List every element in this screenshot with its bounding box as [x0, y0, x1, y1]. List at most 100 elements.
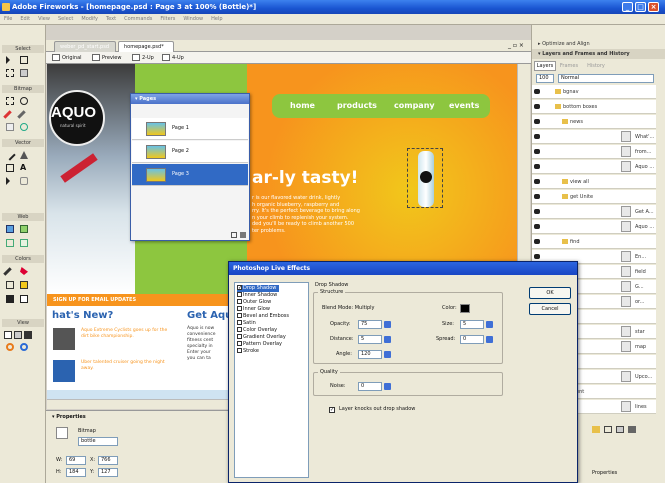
layer-row[interactable]: Aquo ...: [532, 220, 656, 234]
slice-tool-icon[interactable]: [20, 225, 28, 233]
spread-field[interactable]: 0: [460, 335, 484, 344]
default-colors-icon[interactable]: [6, 295, 14, 303]
page-row-2[interactable]: Page 2: [132, 141, 248, 163]
angle-dropdown[interactable]: [384, 351, 391, 358]
eyedropper-tool-icon[interactable]: [3, 267, 12, 276]
nav-home[interactable]: home: [290, 101, 315, 110]
menu-view[interactable]: View: [34, 14, 54, 25]
knockout-checkbox[interactable]: ✓: [329, 407, 335, 413]
news-item-1[interactable]: Aquo Extreme Cyclists goes up for the di…: [81, 328, 169, 340]
visibility-eye-icon[interactable]: [534, 134, 540, 139]
y-field[interactable]: 127: [98, 468, 118, 477]
pages-panel-title[interactable]: ▾ Pages: [131, 94, 249, 104]
effect-checkbox[interactable]: ✓: [237, 285, 242, 291]
visibility-eye-icon[interactable]: [534, 104, 540, 109]
visibility-eye-icon[interactable]: [534, 149, 540, 154]
visibility-eye-icon[interactable]: [534, 89, 540, 94]
view-4up-button[interactable]: 4-Up: [162, 53, 184, 63]
angle-field[interactable]: 120: [358, 350, 382, 359]
show-slices-icon[interactable]: [20, 239, 28, 247]
fill-color-swatch[interactable]: [20, 281, 28, 289]
doc-window-controls[interactable]: _ ▫ ×: [508, 42, 524, 49]
standard-screen-icon[interactable]: [4, 331, 12, 339]
x-field[interactable]: 766: [98, 456, 118, 465]
effect-item[interactable]: ✓Drop Shadow: [237, 285, 280, 292]
page-row-1[interactable]: Page 1: [132, 118, 248, 140]
opacity-field[interactable]: 75: [358, 320, 382, 329]
effect-checkbox[interactable]: [237, 334, 242, 339]
paint-bucket-icon[interactable]: [20, 267, 28, 275]
new-folder-icon[interactable]: [592, 426, 600, 433]
shadow-color-swatch[interactable]: [460, 304, 470, 313]
object-name-field[interactable]: bottle: [78, 437, 118, 446]
freeform-tool-icon[interactable]: [6, 177, 10, 185]
effect-item[interactable]: Bevel and Emboss: [237, 313, 289, 320]
properties-dock-label[interactable]: Properties: [592, 470, 617, 476]
mask-icon[interactable]: [616, 426, 624, 433]
layer-row[interactable]: Aquo ...: [532, 160, 656, 174]
effect-checkbox[interactable]: [237, 341, 242, 346]
layer-row[interactable]: bgnav: [532, 85, 656, 99]
pen-tool-icon[interactable]: [20, 151, 28, 159]
delete-page-icon[interactable]: [240, 232, 246, 238]
layer-row[interactable]: get Unite: [532, 190, 656, 204]
lasso-tool-icon[interactable]: [20, 97, 28, 105]
layer-row[interactable]: view all: [532, 175, 656, 189]
view-2up-button[interactable]: 2-Up: [132, 53, 154, 63]
visibility-eye-icon[interactable]: [534, 254, 540, 259]
rectangle-tool-icon[interactable]: [6, 164, 14, 172]
width-field[interactable]: 69: [66, 456, 86, 465]
delete-layer-icon[interactable]: [628, 426, 636, 433]
layer-row[interactable]: bottom boxes: [532, 100, 656, 114]
effect-checkbox[interactable]: [237, 327, 242, 332]
maximize-button[interactable]: □: [635, 2, 646, 12]
tab-history[interactable]: History: [584, 61, 608, 71]
tab-frames[interactable]: Frames: [558, 61, 580, 71]
menu-filters[interactable]: Filters: [156, 14, 179, 25]
subselect-tool-icon[interactable]: [20, 56, 28, 64]
layer-blend-select[interactable]: Normal: [558, 74, 654, 83]
nav-company[interactable]: company: [394, 101, 435, 110]
line-tool-icon[interactable]: [4, 149, 16, 161]
visibility-eye-icon[interactable]: [534, 239, 540, 244]
effect-item[interactable]: Stroke: [237, 348, 259, 355]
bottle-selection[interactable]: [407, 148, 443, 208]
signup-label[interactable]: SIGN UP FOR EMAIL UPDATES: [53, 297, 136, 303]
layer-opacity-field[interactable]: 100: [536, 74, 554, 83]
visibility-eye-icon[interactable]: [534, 209, 540, 214]
height-field[interactable]: 184: [66, 468, 86, 477]
nav-events[interactable]: events: [449, 101, 479, 110]
visibility-eye-icon[interactable]: [534, 224, 540, 229]
full-screen-icon[interactable]: [24, 331, 32, 339]
crop-tool-icon[interactable]: [20, 69, 28, 77]
spread-dropdown[interactable]: [486, 336, 493, 343]
layer-row[interactable]: What'...: [532, 130, 656, 144]
text-tool-icon[interactable]: A: [20, 164, 28, 172]
swap-colors-icon[interactable]: [20, 295, 28, 303]
effect-item[interactable]: Gradient Overlay: [237, 334, 286, 341]
tab-homepage[interactable]: homepage.psd*: [118, 41, 174, 52]
menu-file[interactable]: File: [0, 14, 16, 25]
hand-tool-icon[interactable]: [6, 343, 14, 351]
view-preview-button[interactable]: Preview: [92, 53, 121, 63]
marquee-tool-icon[interactable]: [6, 97, 14, 105]
noise-field[interactable]: 0: [358, 382, 382, 391]
stroke-color-swatch[interactable]: [6, 281, 14, 289]
nav-products[interactable]: products: [337, 101, 377, 110]
ok-button[interactable]: OK: [529, 287, 571, 299]
optimize-panel-header[interactable]: ▸ Optimize and Align: [532, 39, 665, 49]
visibility-eye-icon[interactable]: [534, 194, 540, 199]
menu-commands[interactable]: Commands: [120, 14, 156, 25]
visibility-eye-icon[interactable]: [534, 164, 540, 169]
properties-title[interactable]: ▾ Properties: [52, 414, 86, 420]
layer-row[interactable]: find: [532, 235, 656, 249]
eraser-tool-icon[interactable]: [6, 123, 14, 131]
opacity-dropdown[interactable]: [384, 321, 391, 328]
layer-row[interactable]: Get A...: [532, 205, 656, 219]
visibility-eye-icon[interactable]: [534, 119, 540, 124]
effect-item[interactable]: Satin: [237, 320, 256, 327]
menu-edit[interactable]: Edit: [16, 14, 34, 25]
noise-dropdown[interactable]: [384, 383, 391, 390]
distance-dropdown[interactable]: [384, 336, 391, 343]
effect-checkbox[interactable]: [237, 313, 242, 318]
